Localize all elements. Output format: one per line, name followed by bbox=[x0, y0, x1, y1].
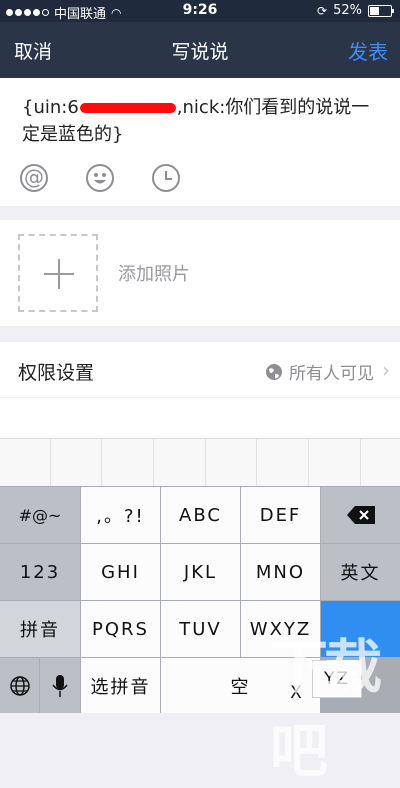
globe-icon bbox=[266, 363, 282, 380]
globe-icon bbox=[9, 675, 30, 696]
symbols-key[interactable]: #@~ bbox=[0, 487, 80, 543]
microphone-icon bbox=[52, 674, 68, 697]
punct-key[interactable]: ,。?! bbox=[81, 487, 160, 543]
abc-key[interactable]: ABC bbox=[161, 487, 240, 543]
publish-button[interactable]: 发表 bbox=[348, 36, 388, 65]
add-photo-label: 添加照片 bbox=[118, 264, 190, 285]
backspace-key[interactable] bbox=[321, 487, 400, 543]
blank-area bbox=[0, 398, 400, 438]
post-text-input[interactable]: {uin:6 ,nick:你们看到的说说一定是蓝色的} bbox=[22, 94, 382, 148]
emoji-icon[interactable] bbox=[86, 164, 114, 192]
battery-icon bbox=[368, 4, 394, 17]
svg-text:@: @ bbox=[24, 166, 44, 189]
select-pinyin-key[interactable]: 选拼音 bbox=[81, 658, 160, 713]
candidate-bar bbox=[0, 438, 400, 487]
ghi-key[interactable]: GHI bbox=[81, 544, 160, 600]
pqrs-key[interactable]: PQRS bbox=[81, 601, 160, 657]
microphone-key[interactable] bbox=[40, 658, 80, 713]
permission-value: 所有人可见 bbox=[289, 364, 374, 384]
add-photo-button[interactable] bbox=[18, 234, 98, 312]
at-mention-icon[interactable]: @ bbox=[20, 164, 48, 192]
tuv-key[interactable]: TUV bbox=[161, 601, 240, 657]
page-title: 写说说 bbox=[171, 41, 229, 63]
mno-key[interactable]: MNO bbox=[241, 544, 320, 600]
permission-label: 权限设置 bbox=[18, 362, 95, 384]
redaction-mark bbox=[79, 103, 176, 113]
globe-key[interactable] bbox=[0, 658, 39, 713]
status-bar: 中国联通 ◠ 9:26 ⟳ 52% bbox=[0, 0, 400, 22]
backspace-icon bbox=[346, 506, 375, 524]
photo-section: 添加照片 bbox=[0, 220, 400, 326]
def-key[interactable]: DEF bbox=[241, 487, 320, 543]
chevron-right-icon: › bbox=[382, 358, 390, 382]
compose-area[interactable]: {uin:6 ,nick:你们看到的说说一定是蓝色的} @ bbox=[0, 78, 400, 206]
post-text-start: {uin:6 bbox=[22, 97, 79, 118]
permission-row[interactable]: 权限设置 所有人可见 › bbox=[0, 342, 400, 397]
english-key[interactable]: 英文 bbox=[321, 544, 400, 600]
numbers-key[interactable]: 123 bbox=[0, 544, 80, 600]
clock-icon[interactable] bbox=[152, 164, 180, 192]
watermark-logo: 下载吧 bbox=[270, 633, 382, 785]
nav-bar: 取消 写说说 发表 bbox=[0, 22, 400, 78]
battery-percent: 52% bbox=[333, 3, 362, 18]
jkl-key[interactable]: JKL bbox=[161, 544, 240, 600]
pinyin-key[interactable]: 拼音 bbox=[0, 601, 80, 657]
rotation-lock-icon: ⟳ bbox=[317, 3, 328, 18]
